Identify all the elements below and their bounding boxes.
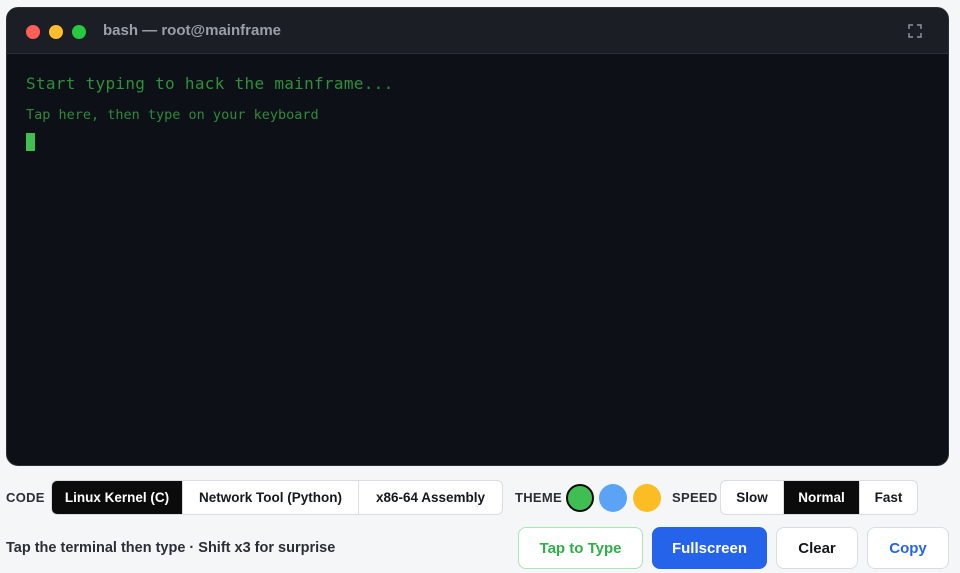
tap-to-type-button[interactable]: Tap to Type bbox=[518, 527, 643, 569]
close-dot[interactable] bbox=[26, 25, 40, 39]
minimize-dot[interactable] bbox=[49, 25, 63, 39]
terminal-window[interactable]: bash — root@mainframe Start typing to ha… bbox=[6, 7, 949, 466]
code-option-linux-kernel[interactable]: Linux Kernel (C) bbox=[52, 481, 183, 514]
footer-bar: Tap the terminal then type · Shift x3 fo… bbox=[0, 527, 960, 569]
speed-option-normal[interactable]: Normal bbox=[784, 481, 860, 514]
terminal-hint: Tap here, then type on your keyboard bbox=[26, 107, 319, 123]
speed-option-fast[interactable]: Fast bbox=[860, 481, 917, 514]
control-bar: CODE Linux Kernel (C) Network Tool (Pyth… bbox=[0, 480, 960, 516]
help-text: Tap the terminal then type · Shift x3 fo… bbox=[6, 540, 336, 556]
window-title: bash — root@mainframe bbox=[103, 22, 281, 39]
code-selector: Linux Kernel (C) Network Tool (Python) x… bbox=[51, 480, 503, 515]
theme-swatch-blue[interactable] bbox=[599, 484, 627, 512]
theme-swatch-green[interactable] bbox=[566, 484, 594, 512]
code-label: CODE bbox=[6, 490, 45, 505]
fullscreen-button[interactable]: Fullscreen bbox=[652, 527, 767, 569]
expand-icon[interactable] bbox=[908, 24, 922, 38]
code-option-x86-assembly[interactable]: x86-64 Assembly bbox=[359, 481, 502, 514]
terminal-output[interactable]: Start typing to hack the mainframe... Ta… bbox=[26, 74, 394, 151]
theme-swatch-amber[interactable] bbox=[633, 484, 661, 512]
title-bar: bash — root@mainframe bbox=[7, 8, 948, 54]
copy-button[interactable]: Copy bbox=[867, 527, 949, 569]
clear-button[interactable]: Clear bbox=[776, 527, 858, 569]
terminal-prompt: Start typing to hack the mainframe... bbox=[26, 74, 394, 93]
maximize-dot[interactable] bbox=[72, 25, 86, 39]
code-option-network-tool[interactable]: Network Tool (Python) bbox=[183, 481, 359, 514]
speed-option-slow[interactable]: Slow bbox=[721, 481, 784, 514]
speed-selector: Slow Normal Fast bbox=[720, 480, 918, 515]
terminal-cursor bbox=[26, 133, 35, 151]
theme-label: THEME bbox=[515, 490, 562, 505]
speed-label: SPEED bbox=[672, 490, 718, 505]
